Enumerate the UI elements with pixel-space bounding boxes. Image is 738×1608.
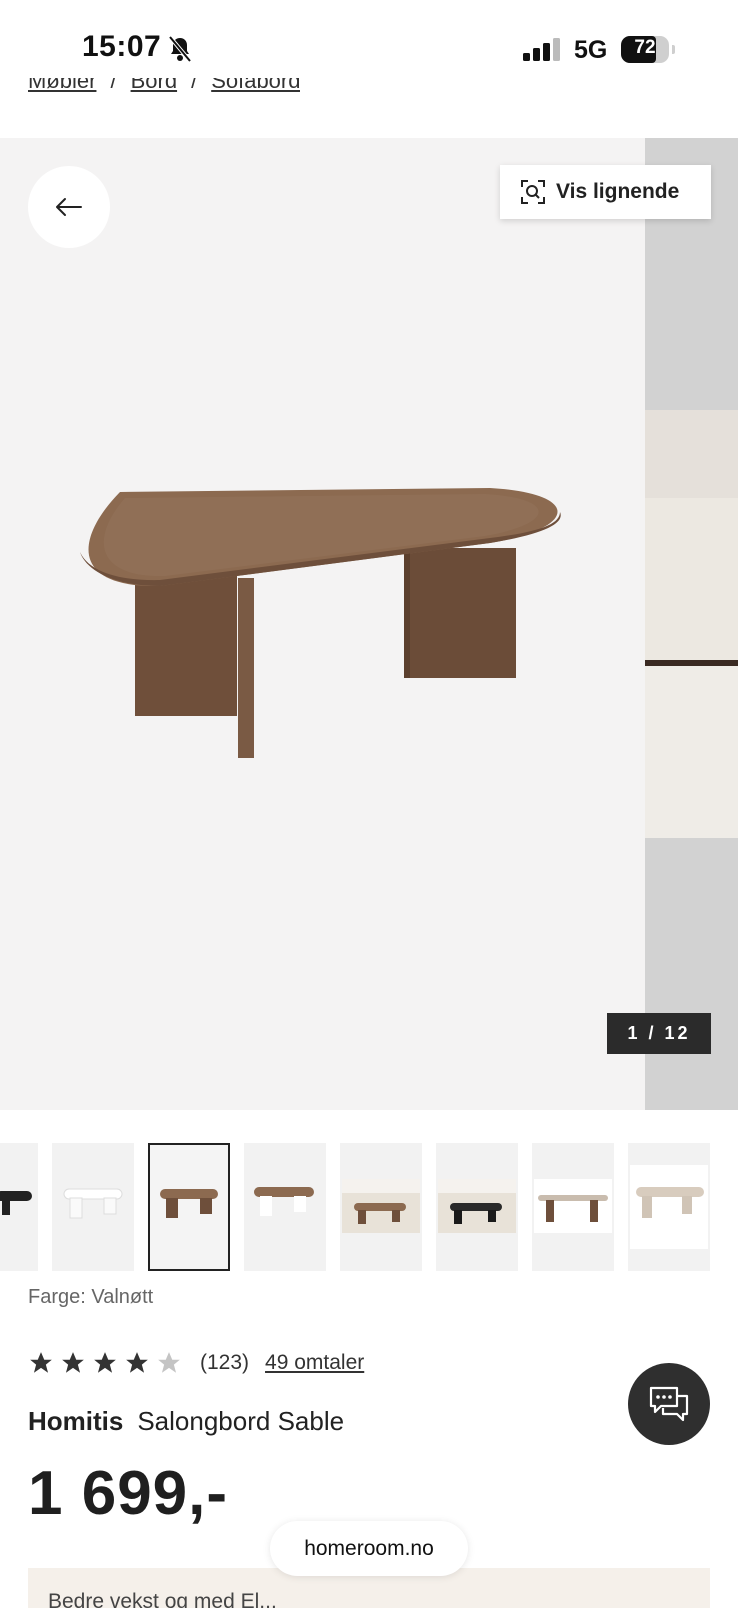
image-counter: 1 / 12 (607, 1013, 711, 1054)
thumbnail[interactable] (52, 1143, 134, 1271)
breadcrumb-item-bord[interactable]: Bord (131, 78, 177, 94)
thumbnail[interactable] (340, 1143, 422, 1271)
status-time: 15:07 (82, 30, 162, 63)
breadcrumb-item-sofabord[interactable]: Sofabord (211, 78, 300, 94)
arrow-left-icon (56, 198, 82, 216)
show-similar-label: Vis lignende (556, 180, 680, 203)
signal-icon (523, 38, 563, 67)
product-name: Salongbord Sable (137, 1406, 345, 1436)
product-rating: (123) 49 omtaler (28, 1350, 364, 1376)
chat-bubbles-icon (649, 1386, 689, 1422)
thumbnail[interactable] (244, 1143, 326, 1271)
back-button[interactable] (28, 166, 110, 248)
color-label: Farge: Valnøtt (28, 1286, 154, 1308)
thumbnail-strip[interactable] (0, 1143, 738, 1273)
muted-bell-icon (167, 35, 193, 68)
breadcrumb-separator: / (191, 78, 198, 93)
battery-level: 72 (634, 37, 656, 58)
product-price: 1 699,- (28, 1459, 229, 1528)
star-filled-icon (62, 1352, 84, 1373)
product-brand[interactable]: Homitis (28, 1406, 123, 1436)
next-image-preview[interactable] (645, 138, 738, 1110)
battery-icon: 72 (621, 36, 675, 63)
chat-button[interactable] (628, 1363, 710, 1445)
rating-count: (123) (200, 1351, 250, 1374)
product-title: Homitis Salongbord Sable (28, 1406, 344, 1437)
thumbnail[interactable] (628, 1143, 710, 1271)
star-filled-icon (30, 1352, 52, 1373)
network-type: 5G (574, 36, 608, 64)
thumbnail[interactable] (532, 1143, 614, 1271)
breadcrumb: Møbler / Bord / Sofabord (28, 78, 300, 104)
thumbnail-selected[interactable] (148, 1143, 230, 1271)
product-image (80, 488, 570, 783)
product-image-gallery[interactable]: Vis lignende 1 / 12 (0, 138, 738, 1110)
breadcrumb-separator: / (110, 78, 117, 93)
star-filled-icon (126, 1352, 148, 1373)
promo-text: Bedre vekst og med El... (48, 1590, 277, 1608)
show-similar-button[interactable]: Vis lignende (500, 165, 711, 219)
thumbnail[interactable] (0, 1143, 38, 1271)
breadcrumb-item-mobler[interactable]: Møbler (28, 78, 96, 94)
thumbnail[interactable] (436, 1143, 518, 1271)
reviews-link[interactable]: 49 omtaler (265, 1351, 364, 1375)
star-filled-icon (94, 1352, 116, 1373)
browser-url-bar[interactable]: homeroom.no (270, 1521, 468, 1576)
star-empty-icon (158, 1352, 180, 1373)
visual-search-icon (521, 180, 545, 204)
